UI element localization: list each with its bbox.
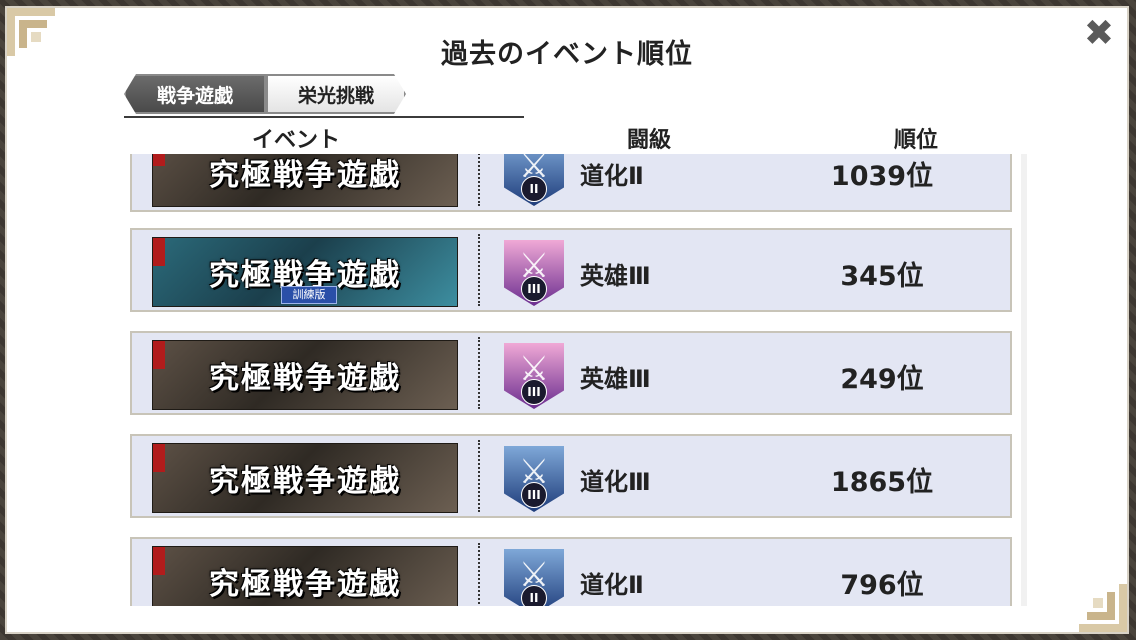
rank-value: 249位 xyxy=(840,364,924,395)
close-icon: ✖ xyxy=(1083,13,1115,54)
event-banner: 究極戦争遊戯 xyxy=(152,443,458,513)
event-ranking-dialog: 過去のイベント順位 ✖ 戦争遊戯 栄光挑戦 イベント 闘級 順位 究極戦争遊戯 … xyxy=(5,6,1129,634)
column-header-rank: 順位 xyxy=(894,128,939,153)
event-banner: 究極戦争遊戯 xyxy=(152,340,458,410)
corner-ornament xyxy=(1063,568,1127,632)
tab-bar: 戦争遊戯 栄光挑戦 xyxy=(124,74,406,116)
rank-value: 796位 xyxy=(840,570,924,601)
tier-label: 英雄Ⅲ xyxy=(580,365,651,393)
ranking-list[interactable]: 究極戦争遊戯 ⚔ II 道化Ⅱ 1039位 究極戦争遊戯 訓練版 ⚔ III 英… xyxy=(125,154,1027,606)
tab-war-game[interactable]: 戦争遊戯 xyxy=(124,74,266,114)
dialog-title: 過去のイベント順位 xyxy=(441,39,693,70)
row-divider xyxy=(478,337,480,409)
close-button[interactable]: ✖ xyxy=(1081,16,1117,52)
tab-glory-challenge[interactable]: 栄光挑戦 xyxy=(266,74,406,114)
ranking-row[interactable]: 究極戦争遊戯 ⚔ II 道化Ⅱ 1039位 xyxy=(130,154,1012,212)
column-header-event: イベント xyxy=(252,128,341,153)
row-divider xyxy=(478,543,480,606)
tier-label: 道化Ⅱ xyxy=(580,162,644,190)
tier-label: 英雄Ⅲ xyxy=(580,262,651,290)
tier-numeral: III xyxy=(521,379,547,405)
event-banner-title: 究極戦争遊戯 xyxy=(209,158,401,193)
scrollbar[interactable] xyxy=(1021,154,1027,606)
ranking-row[interactable]: 究極戦争遊戯 ⚔ III 道化Ⅲ 1865位 xyxy=(130,434,1012,518)
row-divider xyxy=(478,440,480,512)
tier-numeral: III xyxy=(521,276,547,302)
event-banner: 究極戦争遊戯 xyxy=(152,546,458,606)
tier-label: 道化Ⅱ xyxy=(580,571,644,599)
event-banner: 究極戦争遊戯 xyxy=(152,154,458,207)
header-divider xyxy=(124,116,524,118)
hero-rank-icon: ⚔ III xyxy=(504,343,564,409)
row-divider xyxy=(478,154,480,206)
rank-value: 1865位 xyxy=(830,467,934,498)
column-header-tier: 闘級 xyxy=(627,128,672,153)
hero-rank-icon: ⚔ III xyxy=(504,240,564,306)
rank-value: 345位 xyxy=(840,261,924,292)
clown-rank-icon: ⚔ II xyxy=(504,154,564,206)
tier-label: 道化Ⅲ xyxy=(580,468,651,496)
event-banner-subtitle: 訓練版 xyxy=(281,286,337,304)
event-banner-title: 究極戦争遊戯 xyxy=(209,361,401,396)
clown-rank-icon: ⚔ III xyxy=(504,446,564,512)
event-banner-title: 究極戦争遊戯 xyxy=(209,567,401,602)
event-banner-title: 究極戦争遊戯 xyxy=(209,464,401,499)
event-banner: 究極戦争遊戯 訓練版 xyxy=(152,237,458,307)
tier-numeral: II xyxy=(521,176,547,202)
tier-numeral: II xyxy=(521,585,547,606)
row-divider xyxy=(478,234,480,306)
tier-numeral: III xyxy=(521,482,547,508)
clown-rank-icon: ⚔ II xyxy=(504,549,564,606)
ranking-row[interactable]: 究極戦争遊戯 訓練版 ⚔ III 英雄Ⅲ 345位 xyxy=(130,228,1012,312)
ranking-row[interactable]: 究極戦争遊戯 ⚔ III 英雄Ⅲ 249位 xyxy=(130,331,1012,415)
rank-value: 1039位 xyxy=(830,161,934,192)
ranking-row[interactable]: 究極戦争遊戯 ⚔ II 道化Ⅱ 796位 xyxy=(130,537,1012,606)
